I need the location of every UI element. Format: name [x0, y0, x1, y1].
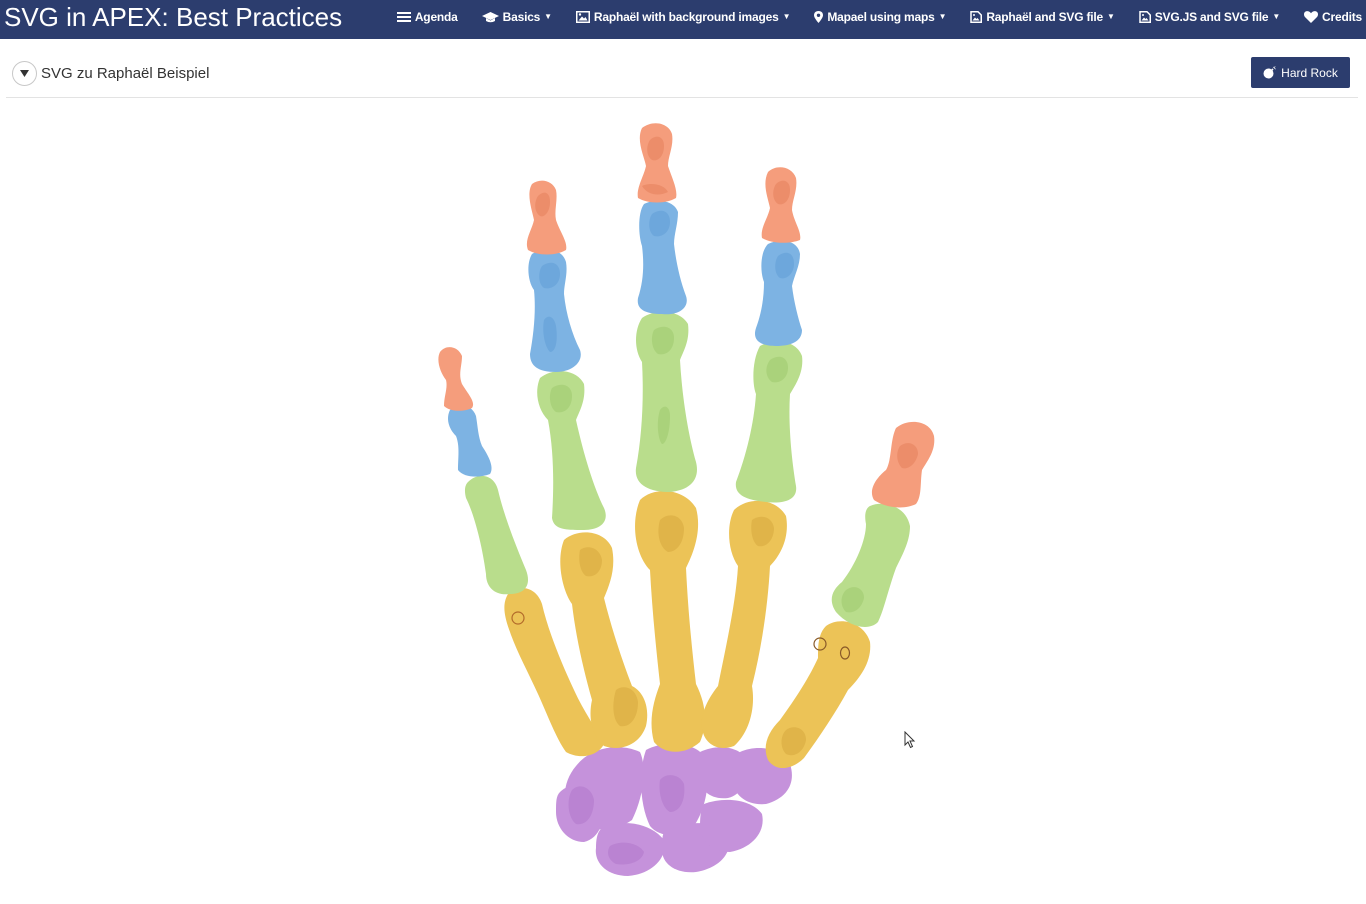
image-icon	[575, 10, 590, 23]
bomb-icon	[1263, 66, 1277, 79]
collapse-toggle-button[interactable]	[12, 61, 37, 86]
region-title: SVG zu Raphaël Beispiel	[41, 65, 210, 82]
nav-item-svgjs[interactable]: SVG.JS and SVG file ▼	[1139, 10, 1280, 24]
nav-item-raphael-background[interactable]: Raphaël with background images ▼	[575, 9, 791, 24]
hard-rock-button-label: Hard Rock	[1281, 65, 1338, 80]
nav-item-raphael-svg[interactable]: Raphaël and SVG file ▼	[970, 9, 1115, 24]
chevron-down-icon: ▼	[1107, 12, 1115, 21]
map-marker-icon	[814, 10, 824, 23]
file-image-icon	[1139, 10, 1151, 23]
metacarpal-bones	[504, 490, 871, 769]
nav-item-credits[interactable]: Credits	[1304, 10, 1362, 24]
nav-item-label: Raphaël with background images	[593, 9, 779, 24]
navbar: SVG in APEX: Best Practices Agenda Basic…	[0, 0, 1366, 39]
hand-skeleton-graphic: .d { fill: #f59d7c; } .m { fill: #7db3e3…	[438, 123, 935, 876]
chevron-down-icon: ▼	[1272, 12, 1281, 21]
chevron-down-icon: ▼	[544, 12, 552, 21]
distal-phalanx-little	[438, 347, 474, 411]
chevron-down-icon: ▼	[782, 12, 791, 21]
app-title[interactable]: SVG in APEX: Best Practices	[4, 2, 342, 33]
nav-item-mapael[interactable]: Mapael using maps ▼	[814, 9, 947, 24]
file-image-icon	[970, 10, 983, 23]
nav-item-label: SVG.JS and SVG file	[1154, 9, 1269, 24]
nav-item-label: Raphaël and SVG file	[986, 9, 1104, 24]
nav-item-basics[interactable]: Basics ▼	[481, 9, 552, 24]
metacarpal-bone-index	[701, 500, 787, 748]
chevron-down-icon: ▼	[938, 12, 947, 21]
nav-item-label: Basics	[502, 9, 541, 24]
middle-phalanx-little	[448, 405, 492, 477]
nav-item-label: Agenda	[414, 9, 458, 24]
nav-item-agenda[interactable]: Agenda	[396, 9, 458, 24]
metacarpal-bone-thumb	[765, 621, 871, 769]
nav-item-label: Credits	[1322, 9, 1362, 24]
distal-phalanx-index	[761, 167, 801, 243]
hard-rock-button[interactable]: Hard Rock	[1251, 57, 1350, 88]
mouse-cursor-icon	[904, 731, 916, 749]
caret-down-icon	[20, 70, 29, 77]
middle-phalanges	[448, 200, 802, 477]
region-header: SVG zu Raphaël Beispiel Hard Rock	[6, 56, 1358, 98]
nav-item-label: Mapael using maps	[827, 9, 935, 24]
nav-menu: Agenda Basics ▼ Raphaël with background …	[373, 0, 1362, 33]
graduation-cap-icon	[481, 11, 499, 22]
proximal-phalanx-little	[464, 475, 529, 595]
distal-phalanx-ring	[526, 180, 567, 255]
carpal-bones	[556, 743, 792, 876]
carpal-bone	[700, 799, 763, 852]
list-icon	[396, 11, 411, 22]
heart-icon	[1304, 10, 1319, 23]
